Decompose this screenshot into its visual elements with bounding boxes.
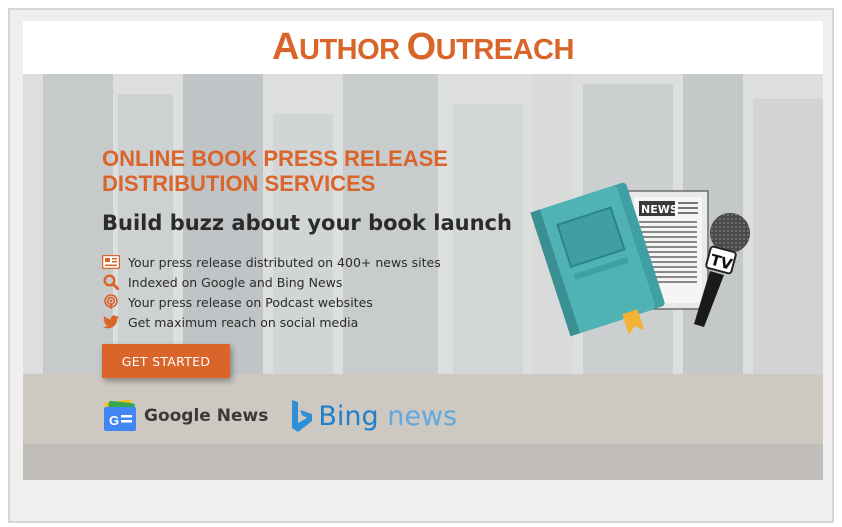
feature-label: Your press release on Podcast websites [128,294,373,310]
podcast-icon [102,294,120,310]
google-news-label: Google News [144,406,269,426]
feature-item: Indexed on Google and Bing News [102,272,441,292]
feature-list: Your press release distributed on 400+ n… [102,252,441,332]
bing-news-label: Bing news [318,401,457,432]
hero-subtitle: Build buzz about your book launch [102,211,512,235]
google-news-logo: G Google News [102,400,268,432]
feature-item: Get maximum reach on social media [102,312,441,332]
title-line-2: DISTRIBUTION SERVICES [102,171,376,196]
feature-item: Your press release distributed on 400+ n… [102,252,441,272]
news-word: news [387,400,458,432]
logo-initial-a: A [272,26,299,68]
svg-text:G: G [109,413,119,428]
logo-word-utreach: UTREACH [435,34,575,66]
feature-item: Your press release on Podcast websites [102,292,441,312]
logo-initial-o: O [406,26,437,68]
bing-word: Bing [318,400,379,432]
page-title: ONLINE BOOK PRESS RELEASE DISTRIBUTION S… [102,146,522,196]
partner-logos: G Google News Bing news [102,399,457,433]
google-news-icon: G [104,400,136,431]
press-illustration: NEWS TV [530,182,750,337]
hero-section: ONLINE BOOK PRESS RELEASE DISTRIBUTION S… [23,74,823,480]
bing-news-logo: Bing news [290,399,457,433]
feature-label: Get maximum reach on social media [128,314,359,330]
news-icon [102,254,120,270]
logo-word-uthor: UTHOR [299,34,400,66]
author-outreach-logo[interactable]: A UTHOR O UTREACH [272,26,574,69]
bing-icon [292,400,313,432]
feature-label: Your press release distributed on 400+ n… [128,254,441,270]
newspaper-label: NEWS [641,203,678,216]
site-header: A UTHOR O UTREACH [23,21,823,74]
get-started-button[interactable]: GET STARTED [102,344,230,378]
title-line-1: ONLINE BOOK PRESS RELEASE [102,146,448,171]
feature-label: Indexed on Google and Bing News [128,274,343,290]
search-icon [102,274,120,290]
twitter-icon [102,314,120,330]
